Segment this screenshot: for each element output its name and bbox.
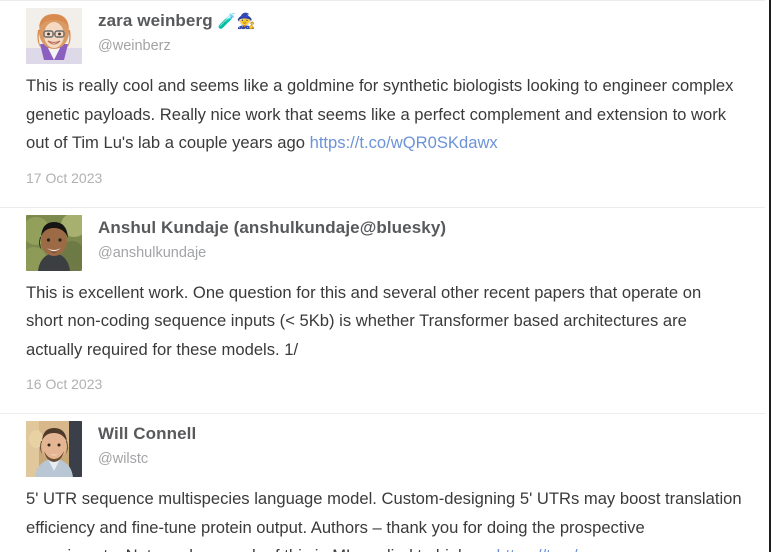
- display-name: zara weinberg 🧪🧙: [98, 10, 256, 32]
- tweet-date[interactable]: 17 Oct 2023: [26, 158, 743, 207]
- tweet-list: zara weinberg 🧪🧙 @weinberz This is reall…: [0, 0, 765, 552]
- tweet-author-block: Will Connell @wilstc: [98, 421, 196, 470]
- tweet-date[interactable]: 16 Oct 2023: [26, 364, 743, 413]
- tweet-text-main: This is excellent work. One question for…: [26, 282, 702, 359]
- avatar-image-zara-weinberg: [26, 8, 82, 64]
- tweet-text-main: 5' UTR sequence multispecies language mo…: [26, 489, 742, 552]
- tweet-header: Anshul Kundaje (anshulkundaje@bluesky) @…: [26, 208, 743, 271]
- tweet-item[interactable]: zara weinberg 🧪🧙 @weinberz This is reall…: [0, 0, 765, 207]
- display-name: Anshul Kundaje (anshulkundaje@bluesky): [98, 217, 446, 239]
- tweet-header: Will Connell @wilstc: [26, 414, 743, 477]
- tweet-text: 5' UTR sequence multispecies language mo…: [26, 477, 742, 552]
- tweet-text: This is really cool and seems like a gol…: [26, 64, 742, 158]
- display-name-text: Will Connell: [98, 424, 197, 443]
- tweet-text: This is excellent work. One question for…: [26, 271, 742, 365]
- avatar[interactable]: [26, 421, 82, 477]
- avatar[interactable]: [26, 214, 82, 271]
- tweet-link[interactable]: https://t.co/wQR0SKdawx: [310, 133, 498, 152]
- tweet-text-tail: .: [578, 546, 583, 552]
- tweet-item[interactable]: Anshul Kundaje (anshulkundaje@bluesky) @…: [0, 206, 765, 413]
- display-name: Will Connell: [98, 423, 196, 445]
- tweet-author-block: zara weinberg 🧪🧙 @weinberz: [98, 8, 256, 57]
- tweet-link[interactable]: https://t.co/: [496, 546, 577, 552]
- handle[interactable]: @anshulkundaje: [98, 242, 446, 264]
- handle[interactable]: @wilstc: [98, 448, 196, 470]
- test-tube-mage-emoji: 🧪🧙: [217, 13, 256, 30]
- avatar[interactable]: [26, 8, 82, 64]
- tweet-feed-page: zara weinberg 🧪🧙 @weinberz This is reall…: [0, 0, 771, 552]
- tweet-header: zara weinberg 🧪🧙 @weinberz: [26, 1, 743, 64]
- avatar-image-will-connell: [26, 421, 82, 477]
- avatar-image-anshul-kundaje: [26, 214, 82, 271]
- tweet-item[interactable]: Will Connell @wilstc 5' UTR sequence mul…: [0, 413, 765, 552]
- tweet-author-block: Anshul Kundaje (anshulkundaje@bluesky) @…: [98, 215, 446, 264]
- display-name-text: zara weinberg: [98, 11, 213, 30]
- display-name-text: Anshul Kundaje (anshulkundaje@bluesky): [98, 217, 447, 237]
- handle[interactable]: @weinberz: [98, 35, 256, 57]
